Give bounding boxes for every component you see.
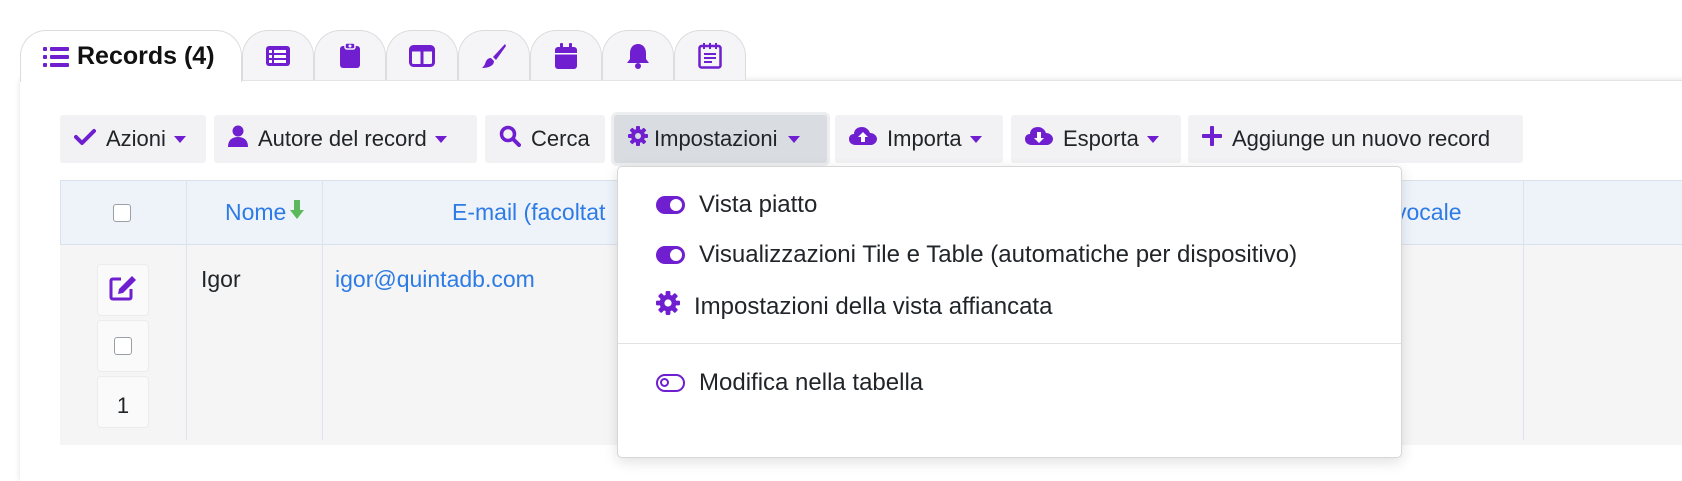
- gear-icon: [628, 126, 648, 152]
- tab-columns[interactable]: [386, 30, 458, 80]
- header-email-label: E-mail (facoltat: [452, 199, 606, 225]
- toggle-on-icon: [656, 196, 685, 214]
- chevron-down-icon: [434, 135, 447, 143]
- user-icon: [228, 125, 248, 153]
- notepad-icon: [698, 42, 722, 69]
- tab-paint-brush[interactable]: [458, 30, 530, 80]
- tab-records[interactable]: Records (4): [20, 30, 242, 82]
- tab-clipboard[interactable]: [314, 30, 386, 80]
- import-button[interactable]: Importa: [835, 115, 1003, 163]
- plus-icon: [1202, 126, 1222, 152]
- import-label: Importa: [887, 126, 962, 151]
- menu-item-label: Visualizzazioni Tile e Table (automatich…: [699, 241, 1298, 268]
- cloud-download-icon: [1025, 126, 1053, 152]
- header-email[interactable]: E-mail (facoltat: [452, 180, 605, 245]
- tab-records-label: Records (4): [77, 42, 215, 70]
- paint-brush-icon: [481, 43, 507, 69]
- header-voice-label: vocale: [1395, 199, 1462, 225]
- tab-calendar[interactable]: [530, 30, 602, 80]
- toggle-on-icon: [656, 246, 685, 264]
- cell-name: Igor: [201, 266, 241, 292]
- record-author-button[interactable]: Autore del record: [214, 115, 477, 163]
- add-record-label: Aggiunge un nuovo record: [1232, 126, 1491, 151]
- gear-icon: [656, 291, 680, 322]
- row-checkbox[interactable]: [114, 337, 132, 355]
- actions-label: Azioni: [106, 126, 166, 151]
- menu-item-label: Modifica nella tabella: [699, 369, 924, 396]
- edit-record-button[interactable]: [97, 264, 149, 316]
- menu-item-tile-view-settings[interactable]: Impostazioni della vista affiancata: [656, 291, 1052, 322]
- header-name-label: Nome: [225, 199, 287, 225]
- menu-item-label: Impostazioni della vista affiancata: [694, 292, 1053, 320]
- row-number: 1: [116, 393, 130, 418]
- settings-button[interactable]: Impostazioni: [614, 115, 827, 163]
- row-select-cell: [97, 320, 149, 372]
- search-label: Cerca: [531, 126, 590, 151]
- sort-down-icon: [290, 199, 305, 226]
- header-voice[interactable]: vocale: [1395, 180, 1461, 245]
- record-author-label: Autore del record: [258, 126, 427, 151]
- header-name[interactable]: Nome: [225, 180, 305, 245]
- export-button[interactable]: Esporta: [1011, 115, 1181, 163]
- clipboard-icon: [339, 42, 361, 69]
- toggle-off-icon: [656, 374, 685, 392]
- tab-notepad[interactable]: [674, 30, 746, 80]
- row-number-cell: 1: [97, 376, 149, 428]
- columns-icon: [409, 44, 435, 67]
- tab-bell[interactable]: [602, 30, 674, 80]
- select-all-checkbox[interactable]: [113, 203, 131, 222]
- search-icon: [499, 125, 521, 153]
- settings-dropdown-menu: Vista piatto Visualizzazioni Tile e Tabl…: [617, 166, 1402, 458]
- chevron-down-icon: [1146, 135, 1159, 143]
- menu-item-flat-view[interactable]: Vista piatto: [656, 191, 817, 219]
- add-record-button[interactable]: Aggiunge un nuovo record: [1188, 115, 1523, 163]
- list-icon: [43, 46, 69, 68]
- export-label: Esporta: [1063, 126, 1139, 151]
- cloud-upload-icon: [849, 126, 877, 152]
- cell-email-link[interactable]: igor@quintadb.com: [335, 266, 535, 293]
- check-icon: [74, 126, 96, 152]
- edit-icon: [109, 275, 137, 306]
- chevron-down-icon: [173, 135, 186, 143]
- tab-table-list[interactable]: [242, 30, 314, 80]
- bell-icon: [626, 43, 650, 69]
- select-all-cell: [113, 180, 133, 245]
- calendar-icon: [555, 42, 577, 69]
- chevron-down-icon: [969, 135, 982, 143]
- menu-item-label: Vista piatto: [699, 191, 818, 218]
- chevron-down-icon: [787, 135, 800, 143]
- actions-button[interactable]: Azioni: [60, 115, 206, 163]
- settings-label: Impostazioni: [654, 126, 778, 151]
- table-list-icon: [265, 45, 291, 67]
- menu-divider: [618, 343, 1401, 344]
- search-button[interactable]: Cerca: [485, 115, 605, 163]
- menu-item-tile-table-views[interactable]: Visualizzazioni Tile e Table (automatich…: [656, 241, 1297, 269]
- menu-item-edit-in-table[interactable]: Modifica nella tabella: [656, 369, 923, 397]
